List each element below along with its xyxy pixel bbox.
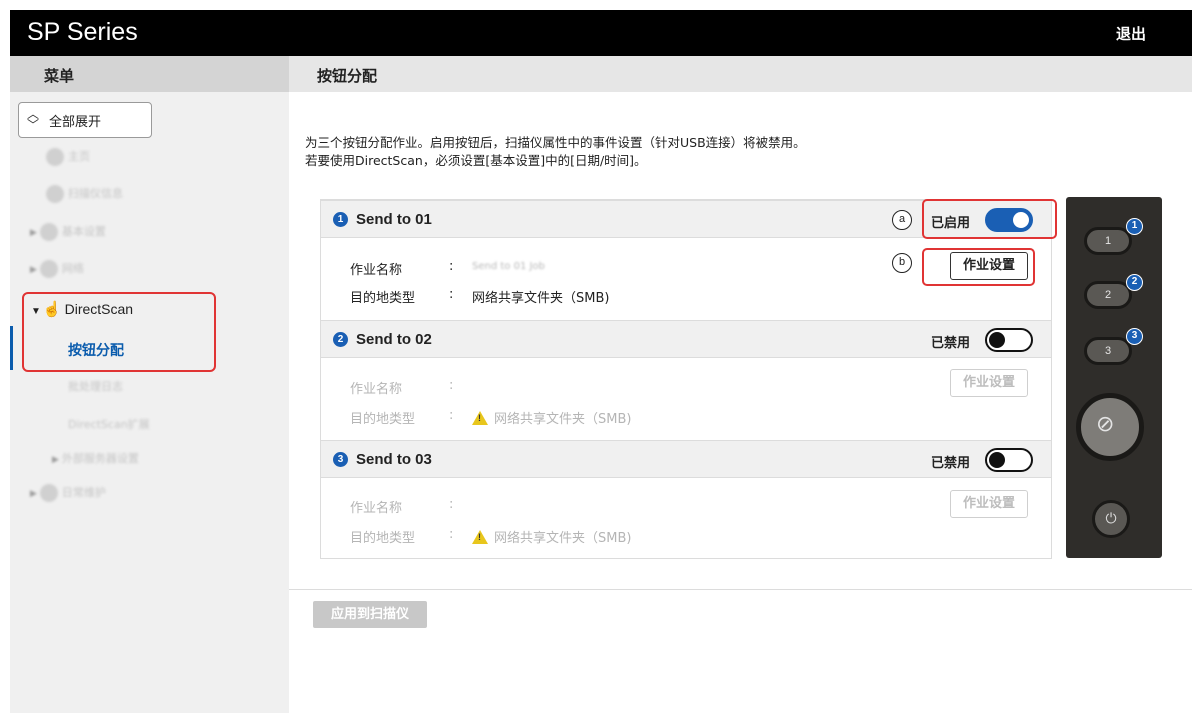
expand-chevron-icon: ︿ ﹀: [27, 107, 40, 132]
warning-icon: [472, 411, 488, 425]
sidebar: ︿ ﹀ 全部展开 主页 扫描仪信息 ▶ 基本设置 ▶ 网络 ▼ ☝ DirectScan …: [10, 92, 289, 713]
section-number-badge: 3: [333, 452, 348, 467]
description: 为三个按钮分配作业。启用按钮后，扫描仪属性中的事件设置（针对USB连接）将被禁用…: [305, 134, 806, 170]
description-line-2: 若要使用DirectScan，必须设置[基本设置]中的[日期/时间]。: [305, 153, 647, 168]
hand-pointer-icon: ☝: [42, 301, 62, 318]
section-number-badge: 1: [333, 212, 348, 227]
app-title: SP Series: [27, 18, 138, 46]
active-indicator: [10, 326, 13, 370]
section-number-badge: 2: [333, 332, 348, 347]
section-state: 已禁用: [931, 336, 971, 351]
colon: :: [449, 497, 454, 512]
toggle-highlight-box: [922, 199, 1057, 239]
destination-value: 网络共享文件夹（SMB): [472, 291, 610, 306]
sidebar-item-batch-log[interactable]: 批处理日志: [68, 378, 123, 394]
wrench-icon: [39, 484, 58, 502]
job-name-value: Send to 01 Job: [472, 261, 545, 272]
expand-all-button[interactable]: ︿ ﹀ 全部展开: [18, 102, 152, 138]
colon: :: [449, 408, 454, 423]
section-state: 已禁用: [931, 456, 971, 471]
sidebar-item-basic-settings[interactable]: ▶ 基本设置: [30, 223, 106, 241]
scanner-button-badge-1: 1: [1126, 218, 1143, 235]
collapse-triangle-icon: ▼: [31, 306, 41, 317]
callout-b: b: [892, 253, 912, 273]
scanner-button-2[interactable]: 2: [1084, 281, 1132, 309]
sidebar-item-home[interactable]: 主页: [46, 148, 90, 166]
page-title: 按钮分配: [317, 67, 378, 85]
colon: :: [449, 527, 454, 542]
scanner-button-badge-3: 3: [1126, 328, 1143, 345]
power-icon: ⏻: [1105, 511, 1117, 527]
start-stop-button[interactable]: ⊘: [1076, 393, 1144, 461]
enable-toggle-2[interactable]: [985, 328, 1033, 352]
menu-label: 菜单: [44, 67, 75, 85]
section-name: Send to 02: [356, 331, 432, 348]
callout-a: a: [892, 210, 912, 230]
scanner-button-1[interactable]: 1: [1084, 227, 1132, 255]
job-name-label: 作业名称: [350, 501, 403, 516]
job-settings-button-3[interactable]: 作业设置: [950, 490, 1028, 518]
sidebar-item-maintenance[interactable]: ▶ 日常维护: [30, 484, 106, 502]
colon: :: [449, 378, 454, 393]
sidebar-item-directscan[interactable]: ▼ ☝ DirectScan: [31, 300, 133, 318]
menu-header: 菜单: [10, 56, 289, 92]
sidebar-item-external-server[interactable]: ▶ 外部服务器设置: [52, 450, 139, 466]
sidebar-item-directscan-ext[interactable]: DirectScan扩展: [68, 416, 150, 432]
network-icon: [39, 260, 58, 278]
sidebar-item-button-assignment[interactable]: 按钮分配: [68, 340, 124, 360]
description-line-1: 为三个按钮分配作业。启用按钮后，扫描仪属性中的事件设置（针对USB连接）将被禁用…: [305, 135, 806, 150]
warning-icon: [472, 530, 488, 544]
toggle-knob: [989, 332, 1005, 348]
destination-label: 目的地类型: [350, 531, 416, 546]
scanner-button-badge-2: 2: [1126, 274, 1143, 291]
section-header-2: 2 Send to 02 已禁用: [321, 320, 1051, 358]
page-header: 按钮分配: [289, 56, 1192, 92]
destination-value: 网络共享文件夹（SMB): [472, 408, 631, 427]
apply-to-scanner-button[interactable]: 应用到扫描仪: [313, 601, 427, 628]
divider: [289, 589, 1192, 590]
job-settings-highlight-box: [922, 248, 1035, 286]
toggle-knob: [989, 452, 1005, 468]
home-icon: [46, 148, 64, 166]
expand-all-label: 全部展开: [49, 115, 102, 130]
destination-label: 目的地类型: [350, 412, 416, 427]
info-icon: [46, 185, 64, 203]
globe-icon: [39, 223, 58, 241]
start-stop-icon: ⊘: [1096, 412, 1115, 437]
destination-label: 目的地类型: [350, 291, 416, 306]
page: SP Series 退出 菜单 按钮分配 ︿ ﹀ 全部展开 主页 扫描仪信息 ▶ 基…: [0, 0, 1192, 713]
section-name: Send to 03: [356, 451, 432, 468]
job-name-label: 作业名称: [350, 263, 403, 278]
job-name-label: 作业名称: [350, 382, 403, 397]
destination-value: 网络共享文件夹（SMB): [472, 527, 631, 546]
colon: :: [449, 259, 454, 274]
section-header-3: 3 Send to 03 已禁用: [321, 440, 1051, 478]
scanner-operator-panel: 1 1 2 2 3 3 ⊘ ⏻: [1066, 197, 1162, 558]
sidebar-item-scanner-info[interactable]: 扫描仪信息: [46, 185, 123, 203]
enable-toggle-3[interactable]: [985, 448, 1033, 472]
colon: :: [449, 287, 454, 302]
top-bar: SP Series 退出: [10, 10, 1192, 56]
scanner-button-3[interactable]: 3: [1084, 337, 1132, 365]
logout-link[interactable]: 退出: [1116, 23, 1146, 44]
power-button[interactable]: ⏻: [1092, 500, 1130, 538]
job-settings-button-2[interactable]: 作业设置: [950, 369, 1028, 397]
section-name: Send to 01: [356, 211, 432, 228]
sidebar-item-network[interactable]: ▶ 网络: [30, 260, 84, 278]
